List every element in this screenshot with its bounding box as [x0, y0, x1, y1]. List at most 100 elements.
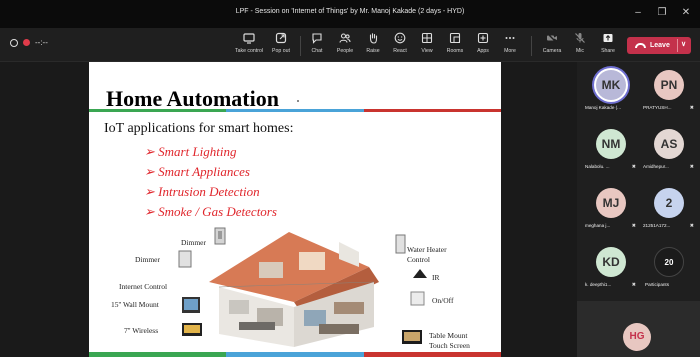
- slide-bullet: ➢ Smart Appliances: [144, 164, 250, 179]
- avatar: PN: [654, 70, 684, 100]
- avatar: MJ: [596, 188, 626, 218]
- participant-tile[interactable]: KD k. deepthi1... ✖: [583, 241, 638, 293]
- view-button[interactable]: View: [415, 32, 439, 60]
- share-icon: [603, 34, 613, 42]
- rooms-icon: [449, 32, 461, 44]
- participants-overflow-tile[interactable]: 20 Participants: [641, 241, 696, 293]
- featured-participant-tile[interactable]: HG: [577, 301, 700, 357]
- device-label: 7'' Wireless: [124, 326, 159, 335]
- bar-segment-red: [363, 109, 501, 112]
- camera-button[interactable]: Camera: [538, 32, 566, 60]
- leave-divider: [677, 39, 678, 52]
- device-label: Dimmer: [181, 238, 206, 247]
- raise-hand-button[interactable]: Raise: [361, 32, 385, 60]
- camera-off-icon: [547, 33, 557, 43]
- dimmer-device-icon: [178, 250, 192, 268]
- participant-name: Nalabolu. ...: [585, 164, 610, 169]
- view-label: View: [421, 48, 433, 54]
- chevron-down-icon[interactable]: ∨: [681, 40, 686, 48]
- presentation-slide: Home Automation IoT applications for sma…: [89, 62, 501, 357]
- chat-icon: [312, 33, 322, 44]
- people-label: People: [336, 48, 354, 54]
- grid-icon: [421, 32, 433, 44]
- share-label: Share: [601, 48, 615, 54]
- avatar: KD: [596, 247, 626, 277]
- maximize-button[interactable]: ❐: [652, 5, 672, 21]
- close-button[interactable]: ✕: [676, 5, 696, 21]
- device-label: 15'' Wall Mount: [111, 300, 159, 309]
- participant-tile[interactable]: MJ meghana j... ✖: [583, 182, 638, 234]
- bar-segment-green: [89, 109, 227, 112]
- apps-button[interactable]: Apps: [471, 32, 495, 60]
- window-title: LPF - Session on 'Internet of Things' by…: [235, 8, 465, 15]
- avatar: 2: [654, 188, 684, 218]
- mic-button[interactable]: Mic: [569, 32, 591, 60]
- slide-dot: [297, 100, 299, 102]
- shared-content-stage: Home Automation IoT applications for sma…: [0, 62, 577, 357]
- phone-icon: [635, 43, 646, 48]
- leave-label: Leave: [650, 42, 670, 49]
- toolbar-divider: [300, 36, 301, 56]
- recording-timer: --:--: [35, 38, 48, 47]
- title-bar: LPF - Session on 'Internet of Things' by…: [0, 0, 700, 28]
- avatar: AS: [654, 129, 684, 159]
- hand-icon: [369, 33, 378, 44]
- slide-bullet: ➢ Smoke / Gas Detectors: [144, 204, 277, 219]
- microphone-muted-icon: ✖: [689, 164, 694, 170]
- chat-label: Chat: [311, 48, 323, 54]
- rooms-button[interactable]: Rooms: [442, 32, 468, 60]
- participant-count: 20: [654, 247, 684, 277]
- participant-tile[interactable]: MK Manoj Kakade (...: [583, 64, 638, 116]
- more-icon: [505, 37, 515, 39]
- take-control-icon: [243, 33, 255, 44]
- minimize-button[interactable]: –: [628, 5, 648, 21]
- record-icon: [23, 39, 30, 46]
- apps-label: Apps: [477, 48, 489, 54]
- water-heater-device-icon: [395, 234, 406, 254]
- device-label: Touch Screen: [429, 341, 470, 350]
- device-label: Table Mount: [429, 331, 468, 340]
- device-label: Water Heater: [407, 245, 447, 254]
- plus-icon: [477, 32, 489, 44]
- microphone-off-icon: [575, 33, 585, 43]
- participant-name: Manoj Kakade (...: [585, 105, 622, 110]
- ir-device-icon: [413, 269, 427, 278]
- bar-segment-blue: [226, 352, 364, 357]
- pop-out-icon: [275, 32, 287, 44]
- leave-button[interactable]: Leave ∨: [627, 37, 691, 54]
- participant-name: 21251A172...: [643, 223, 671, 228]
- mic-label: Mic: [575, 48, 585, 54]
- participant-name: PRATYUSH...: [643, 105, 672, 110]
- participants-label: Participants: [645, 282, 670, 287]
- take-control-button[interactable]: Take control: [233, 32, 265, 60]
- participant-tile[interactable]: AS Amidhepur... ✖: [641, 123, 696, 175]
- participant-name: meghana j...: [585, 223, 611, 228]
- people-icon: [339, 33, 351, 43]
- participant-tile[interactable]: 2 21251A172... ✖: [641, 182, 696, 234]
- device-label: Control: [407, 255, 430, 264]
- wireless-device-icon: [182, 323, 202, 336]
- participant-tile[interactable]: PN PRATYUSH... ✖: [641, 64, 696, 116]
- device-label: Internet Control: [119, 282, 168, 291]
- participant-tile[interactable]: NM Nalabolu. ... ✖: [583, 123, 638, 175]
- device-label: On/Off: [432, 296, 454, 305]
- microphone-muted-icon: ✖: [631, 282, 636, 288]
- people-button[interactable]: People: [332, 32, 358, 60]
- more-button[interactable]: More: [498, 32, 522, 60]
- bar-segment-red: [363, 352, 501, 357]
- wall-mount-device-icon: [182, 297, 200, 313]
- react-button[interactable]: React: [388, 32, 412, 60]
- pop-out-button[interactable]: Pop out: [268, 32, 294, 60]
- chat-button[interactable]: Chat: [305, 32, 329, 60]
- shield-icon: [10, 38, 18, 47]
- participants-panel: MK Manoj Kakade (... PN PRATYUSH... ✖ NM…: [577, 62, 700, 357]
- share-button[interactable]: Share: [596, 32, 620, 60]
- on-off-device-icon: [410, 291, 425, 306]
- rooms-label: Rooms: [446, 48, 464, 54]
- microphone-muted-icon: ✖: [631, 164, 636, 170]
- device-label: IR: [432, 273, 440, 282]
- bar-segment-blue: [226, 109, 364, 112]
- smiley-icon: [394, 32, 406, 44]
- meeting-toolbar: --:-- Take control Pop out Chat People R…: [0, 28, 700, 62]
- slide-bottom-bar: [89, 352, 501, 357]
